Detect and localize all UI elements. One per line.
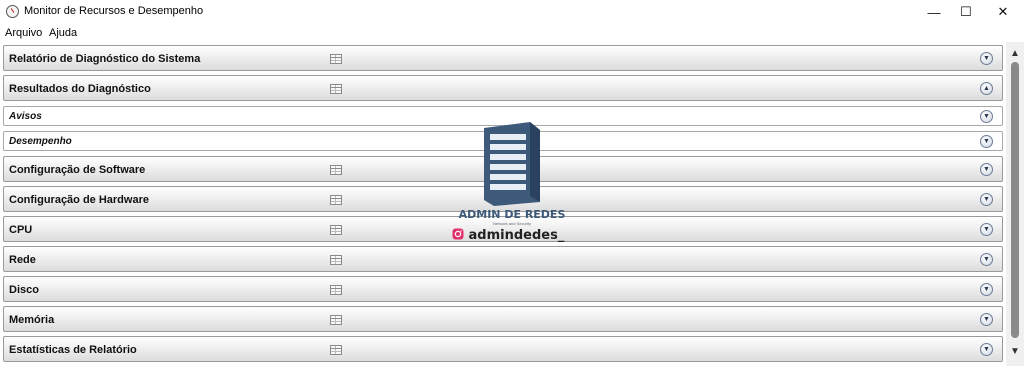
close-button[interactable]: ✕ — [985, 0, 1021, 24]
expand-down-icon[interactable]: ▼ — [980, 52, 993, 65]
table-icon[interactable] — [330, 315, 342, 325]
section-label: Relatório de Diagnóstico do Sistema — [9, 53, 201, 65]
watermark-logo: ADMIN DE REDES Network and Security admi… — [452, 120, 572, 245]
scroll-up-icon[interactable]: ▲ — [1006, 46, 1024, 60]
table-icon[interactable] — [330, 54, 342, 64]
menu-bar: Arquivo Ajuda — [0, 24, 1024, 42]
section-label: Configuração de Hardware — [9, 194, 149, 206]
section-label: Avisos — [9, 111, 42, 122]
section-label: Desempenho — [9, 136, 72, 147]
watermark-brand: ADMIN DE REDES — [458, 208, 566, 221]
vertical-scrollbar[interactable]: ▲ ▼ — [1006, 42, 1024, 366]
maximize-button[interactable]: ☐ — [948, 0, 984, 24]
expand-down-icon[interactable]: ▼ — [980, 193, 993, 206]
section-label: Estatísticas de Relatório — [9, 344, 137, 356]
table-icon[interactable] — [330, 84, 342, 94]
section-memoria[interactable]: Memória ▼ — [3, 306, 1003, 332]
section-disco[interactable]: Disco ▼ — [3, 276, 1003, 302]
section-estatisticas-relatorio[interactable]: Estatísticas de Relatório ▼ — [3, 336, 1003, 362]
window-title: Monitor de Recursos e Desempenho — [24, 5, 204, 17]
server-rack-icon — [484, 122, 540, 206]
table-icon[interactable] — [330, 195, 342, 205]
expand-down-icon[interactable]: ▼ — [980, 223, 993, 236]
collapse-up-icon[interactable]: ▲ — [980, 82, 993, 95]
table-icon[interactable] — [330, 165, 342, 175]
section-resultados-diagnostico[interactable]: Resultados do Diagnóstico ▲ — [3, 75, 1003, 101]
menu-arquivo[interactable]: Arquivo — [5, 27, 42, 39]
section-label: Disco — [9, 284, 39, 296]
scroll-thumb[interactable] — [1011, 62, 1019, 338]
instagram-icon — [452, 228, 464, 240]
section-label: Rede — [9, 254, 36, 266]
section-label: Configuração de Software — [9, 164, 146, 176]
table-icon[interactable] — [330, 255, 342, 265]
section-label: CPU — [9, 224, 33, 236]
performance-monitor-app-icon — [6, 5, 19, 18]
table-icon[interactable] — [330, 345, 342, 355]
expand-down-icon[interactable]: ▼ — [980, 253, 993, 266]
section-label: Resultados do Diagnóstico — [9, 83, 151, 95]
expand-down-icon[interactable]: ▼ — [980, 343, 993, 356]
table-icon[interactable] — [330, 285, 342, 295]
expand-down-icon[interactable]: ▼ — [980, 110, 993, 123]
expand-down-icon[interactable]: ▼ — [980, 313, 993, 326]
watermark-tagline: Network and Security — [492, 221, 531, 226]
title-bar: Monitor de Recursos e Desempenho — ☐ ✕ — [0, 0, 1024, 24]
menu-ajuda[interactable]: Ajuda — [49, 27, 77, 39]
section-label: Memória — [9, 314, 55, 326]
minimize-button[interactable]: — — [916, 0, 952, 24]
expand-down-icon[interactable]: ▼ — [980, 283, 993, 296]
section-relatorio-diagnostico[interactable]: Relatório de Diagnóstico do Sistema ▼ — [3, 45, 1003, 71]
expand-down-icon[interactable]: ▼ — [980, 163, 993, 176]
watermark-handle-row: admindedes_ — [452, 228, 578, 243]
section-rede[interactable]: Rede ▼ — [3, 246, 1003, 272]
expand-down-icon[interactable]: ▼ — [980, 135, 993, 148]
table-icon[interactable] — [330, 225, 342, 235]
scroll-down-icon[interactable]: ▼ — [1006, 344, 1024, 358]
watermark-handle: admindedes_ — [468, 228, 565, 243]
